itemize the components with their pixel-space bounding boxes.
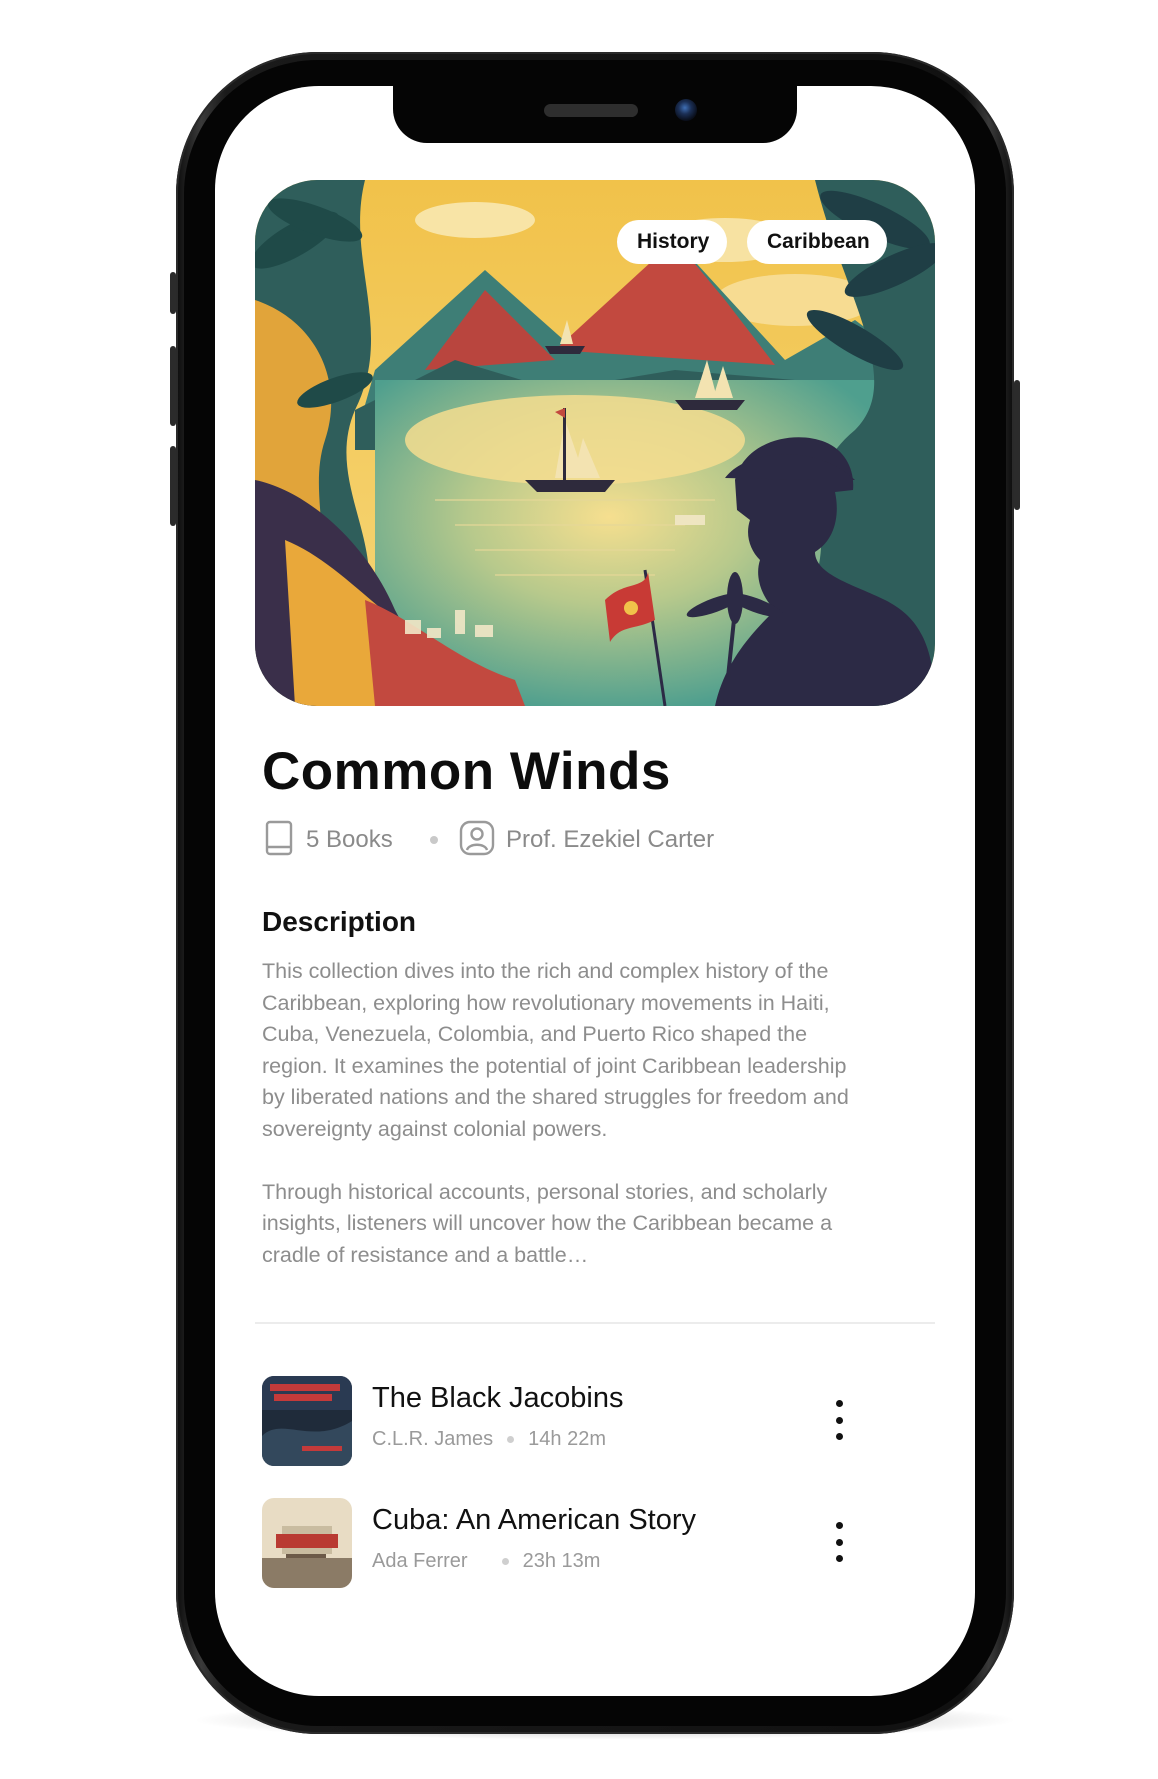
description-heading: Description	[262, 906, 417, 937]
book-cover-cuba	[262, 1498, 352, 1588]
user-icon	[458, 819, 496, 862]
tag-caribbean[interactable]: Caribbean	[747, 220, 887, 264]
kebab-menu-icon[interactable]	[828, 1400, 850, 1440]
meta-separator	[430, 836, 438, 844]
divider	[255, 1322, 935, 1324]
book-title: The Black Jacobins	[372, 1382, 624, 1414]
book-duration: 23h 13m	[522, 1550, 601, 1572]
description-paragraph: This collection dives into the rich and …	[262, 959, 849, 1141]
notch	[393, 86, 797, 143]
author-name[interactable]: Prof. Ezekiel Carter	[506, 826, 714, 854]
book-list-item[interactable]: Cuba: An American Story Ada Ferrer 23h 13…	[262, 1498, 892, 1588]
book-meta: Ada Ferrer 23h 13m	[372, 1550, 600, 1573]
power-button	[1014, 380, 1020, 510]
mute-switch	[170, 272, 176, 314]
author-row[interactable]: Prof. Ezekiel Carter	[458, 818, 714, 862]
books-count: 5 Books	[306, 826, 393, 853]
book-list-item[interactable]: The Black Jacobins C.L.R. James 14h 22m	[262, 1376, 892, 1466]
tag-history[interactable]: History	[617, 220, 727, 264]
collection-cover-image: History Caribbean	[255, 180, 935, 706]
front-camera	[675, 99, 697, 121]
book-title: Cuba: An American Story	[372, 1504, 696, 1536]
book-icon	[262, 818, 296, 863]
collection-title: Common Winds	[262, 742, 671, 801]
meta-separator	[507, 1436, 515, 1444]
book-author: C.L.R. James	[372, 1428, 494, 1450]
description-text: This collection dives into the rich and …	[262, 956, 862, 1303]
collection-meta: 5 Books Prof. Ezekiel Carter	[262, 818, 902, 862]
description-paragraph: Through historical accounts, personal st…	[262, 1179, 833, 1267]
book-meta: C.L.R. James 14h 22m	[372, 1428, 606, 1451]
book-author: Ada Ferrer	[372, 1550, 468, 1572]
meta-separator	[501, 1558, 509, 1566]
kebab-menu-icon[interactable]	[828, 1522, 850, 1562]
books-count-row: 5 Books	[262, 818, 393, 862]
book-cover-black-jacobins	[262, 1376, 352, 1466]
volume-down-button	[170, 446, 176, 526]
app-screen: History Caribbean Common Winds 5 Books P…	[215, 86, 975, 1696]
book-duration: 14h 22m	[528, 1428, 606, 1450]
volume-up-button	[170, 346, 176, 426]
speaker-grille	[544, 104, 638, 117]
